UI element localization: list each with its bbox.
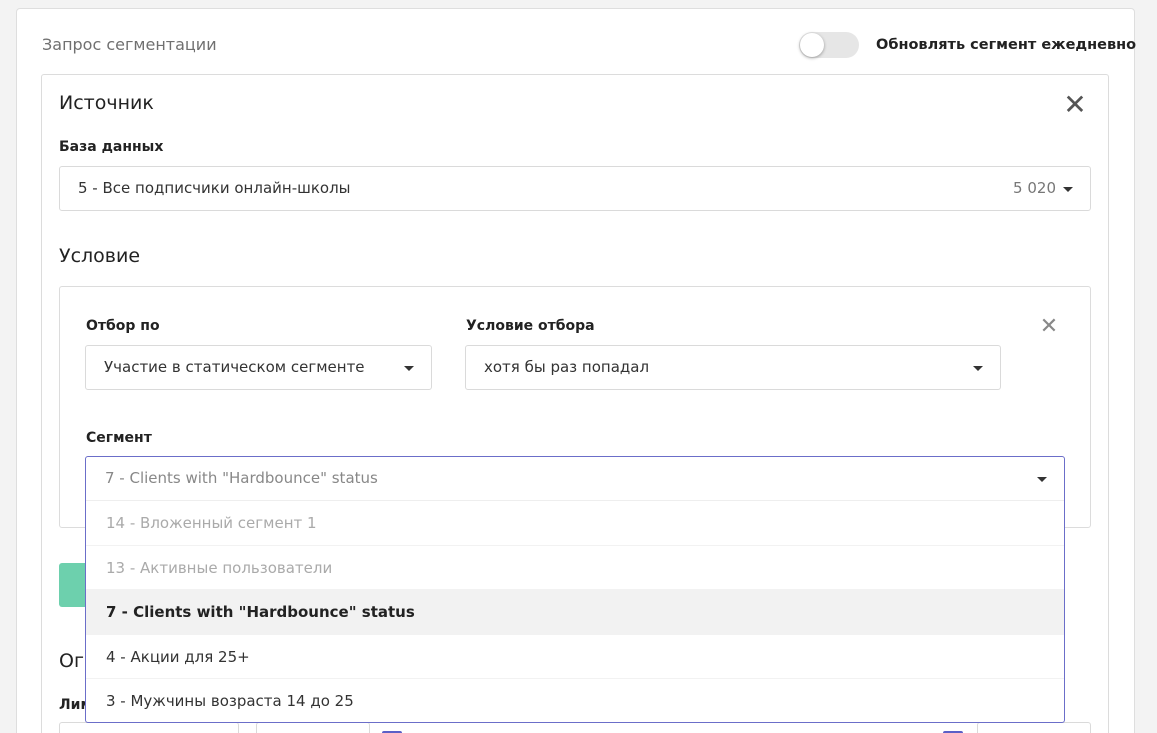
- segment-option[interactable]: 4 - Акции для 25+: [86, 635, 1064, 679]
- limits-title: Ог: [59, 650, 84, 672]
- filter-condition-label: Условие отбора: [466, 318, 595, 334]
- daily-update-label: Обновлять сегмент ежедневно: [876, 37, 1137, 53]
- chevron-down-icon: [973, 366, 983, 371]
- filter-by-select[interactable]: Участие в статическом сегменте: [85, 345, 432, 390]
- database-value: 5 - Все подписчики онлайн-школы: [78, 179, 351, 197]
- segment-option[interactable]: 7 - Clients with "Hardbounce" status: [86, 590, 1064, 635]
- filter-by-value: Участие в статическом сегменте: [104, 358, 365, 376]
- database-select[interactable]: 5 - Все подписчики онлайн-школы 5 020: [59, 166, 1091, 211]
- segment-select-head[interactable]: 7 - Clients with "Hardbounce" status: [86, 457, 1064, 501]
- segment-option[interactable]: 14 - Вложенный сегмент 1: [86, 501, 1064, 546]
- filter-condition-select[interactable]: хотя бы раз попадал: [465, 345, 1001, 390]
- limit-select[interactable]: [977, 722, 1091, 733]
- remove-condition-icon[interactable]: ✕: [1038, 316, 1060, 338]
- toggle-knob[interactable]: [800, 33, 824, 57]
- filter-by-label: Отбор по: [86, 318, 160, 334]
- chevron-down-icon: [404, 366, 414, 371]
- segment-select[interactable]: 7 - Clients with "Hardbounce" status 14 …: [85, 456, 1065, 723]
- close-source-icon[interactable]: ✕: [1062, 91, 1088, 119]
- limit-input[interactable]: [59, 722, 239, 733]
- chevron-down-icon: [1063, 187, 1073, 192]
- page-title: Запрос сегментации: [42, 35, 217, 54]
- condition-title: Условие: [59, 245, 141, 267]
- limit-select[interactable]: [256, 722, 370, 733]
- segment-value: 7 - Clients with "Hardbounce" status: [105, 469, 378, 487]
- database-label: База данных: [59, 139, 164, 155]
- filter-condition-value: хотя бы раз попадал: [484, 358, 650, 376]
- source-title: Источник: [59, 92, 154, 114]
- segment-option[interactable]: 13 - Активные пользователи: [86, 546, 1064, 590]
- daily-update-toggle[interactable]: [799, 32, 859, 58]
- segment-label: Сегмент: [86, 430, 152, 446]
- segment-option[interactable]: 3 - Мужчины возраста 14 до 25: [86, 679, 1064, 722]
- chevron-down-icon: [1037, 477, 1047, 482]
- database-count: 5 020: [1013, 179, 1056, 197]
